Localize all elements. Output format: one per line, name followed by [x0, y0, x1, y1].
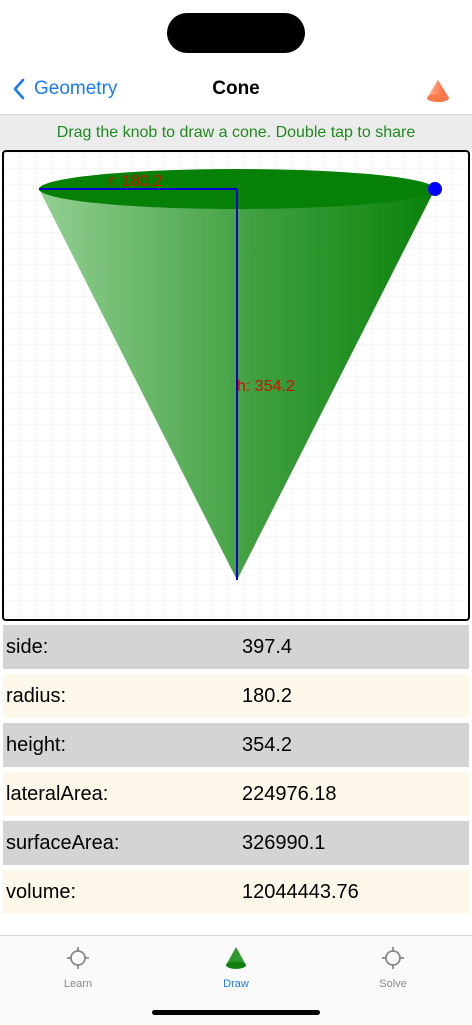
- property-row-side: side: 397.4: [3, 625, 469, 669]
- property-row-volume: volume: 12044443.76: [3, 870, 469, 914]
- navigation-bar: Geometry Cone: [0, 62, 472, 115]
- height-label: h: 354.2: [237, 378, 295, 395]
- crosshair-icon: [382, 947, 404, 969]
- property-value: 224976.18: [242, 782, 337, 805]
- tab-learn[interactable]: Learn: [28, 946, 128, 990]
- tab-solve-label: Solve: [379, 978, 407, 990]
- property-value: 12044443.76: [242, 880, 359, 903]
- property-value: 180.2: [242, 684, 293, 707]
- property-key: radius:: [6, 684, 67, 707]
- crosshair-icon: [67, 947, 89, 969]
- property-row-radius: radius: 180.2: [3, 674, 469, 718]
- page-title: Cone: [212, 78, 260, 99]
- property-key: surfaceArea:: [6, 831, 120, 854]
- property-value: 354.2: [242, 733, 293, 756]
- hint-text: Drag the knob to draw a cone. Double tap…: [56, 124, 416, 141]
- tab-solve[interactable]: Solve: [343, 946, 443, 990]
- cone-icon: [226, 947, 246, 969]
- drawing-canvas[interactable]: r: 180.2 h: 354.2: [2, 150, 470, 621]
- hint-banner: Drag the knob to draw a cone. Double tap…: [0, 115, 472, 151]
- dynamic-island: [167, 13, 305, 53]
- property-row-lateral-area: lateralArea: 224976.18: [3, 772, 469, 816]
- tab-draw-label: Draw: [223, 978, 249, 990]
- property-value: 326990.1: [242, 831, 326, 854]
- property-value: 397.4: [242, 635, 293, 658]
- property-key: lateralArea:: [6, 782, 109, 805]
- tab-draw[interactable]: Draw: [186, 946, 286, 990]
- radius-label: r: 180.2: [108, 173, 162, 190]
- property-row-surface-area: surfaceArea: 326990.1: [3, 821, 469, 865]
- home-indicator[interactable]: [152, 1010, 320, 1015]
- property-key: height:: [6, 733, 67, 756]
- property-row-height: height: 354.2: [3, 723, 469, 767]
- cone-share-icon[interactable]: [425, 79, 451, 103]
- properties-list: side: 397.4 radius: 180.2 height: 354.2 …: [3, 625, 469, 919]
- drag-knob[interactable]: [428, 182, 442, 196]
- tab-learn-label: Learn: [63, 978, 93, 990]
- property-key: volume:: [6, 880, 77, 903]
- property-key: side:: [6, 635, 49, 658]
